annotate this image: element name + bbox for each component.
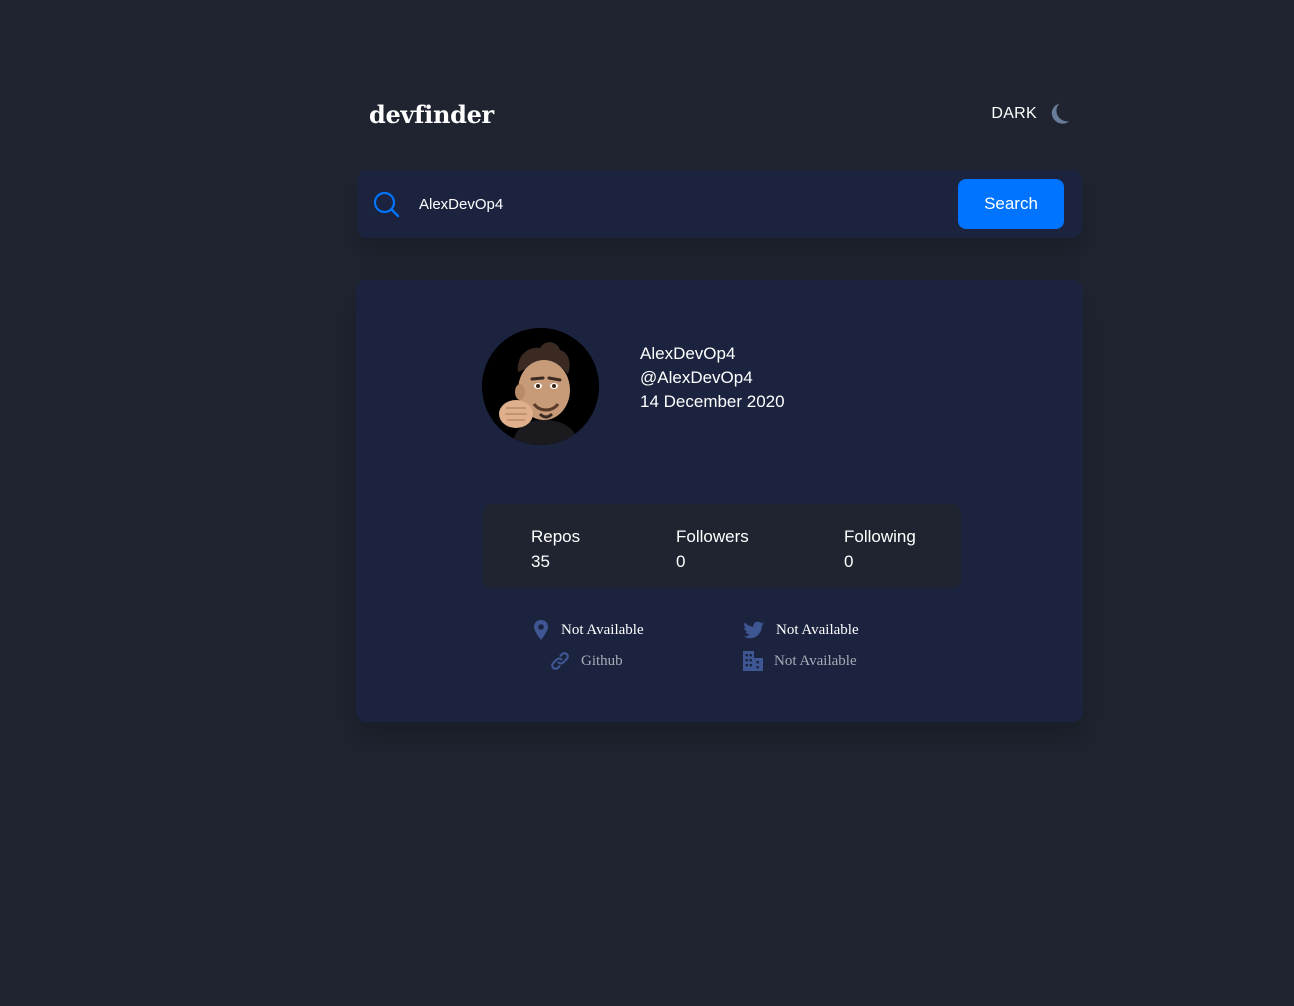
stat-followers-label: Followers xyxy=(676,527,749,546)
stat-followers-value: 0 xyxy=(676,552,686,571)
location-link: Not Available xyxy=(531,619,644,641)
stat-following-label: Following xyxy=(844,527,916,546)
search-icon xyxy=(373,191,400,218)
twitter-link[interactable]: Not Available xyxy=(742,619,859,641)
building-icon xyxy=(743,651,763,671)
location-text: Not Available xyxy=(561,621,644,638)
twitter-text: Not Available xyxy=(776,621,859,638)
stats-panel: Repos 35 Followers 0 Following 0 xyxy=(483,504,961,588)
stat-following: Following 0 xyxy=(844,524,916,574)
search-button[interactable]: Search xyxy=(958,179,1064,229)
search-bar: Search xyxy=(357,170,1082,238)
avatar-image xyxy=(482,328,599,445)
stat-repos-value: 35 xyxy=(531,552,550,571)
theme-toggle[interactable]: DARK xyxy=(991,98,1071,130)
stat-following-value: 0 xyxy=(844,552,854,571)
company-text: Not Available xyxy=(774,652,857,669)
profile-card: AlexDevOp4 @AlexDevOp4 14 December 2020 … xyxy=(356,280,1083,722)
blog-link[interactable]: Github xyxy=(549,650,623,672)
app-logo: devfinder xyxy=(369,100,494,129)
stat-followers: Followers 0 xyxy=(676,524,749,574)
profile-name: AlexDevOp4 xyxy=(640,344,736,363)
profile-info: AlexDevOp4 @AlexDevOp4 14 December 2020 xyxy=(640,342,785,414)
search-input[interactable] xyxy=(417,188,941,220)
moon-icon xyxy=(1051,103,1069,124)
stat-repos: Repos 35 xyxy=(531,524,580,574)
profile-login[interactable]: @AlexDevOp4 xyxy=(640,366,785,390)
link-icon xyxy=(551,652,569,670)
theme-toggle-label: DARK xyxy=(991,105,1037,122)
avatar xyxy=(482,328,599,445)
company-link: Not Available xyxy=(742,650,857,672)
profile-joined-date: 14 December 2020 xyxy=(640,392,785,411)
twitter-icon xyxy=(743,621,764,639)
app-header: devfinder DARK xyxy=(369,96,1071,132)
blog-text: Github xyxy=(581,652,623,669)
location-pin-icon xyxy=(534,620,548,640)
stat-repos-label: Repos xyxy=(531,527,581,546)
